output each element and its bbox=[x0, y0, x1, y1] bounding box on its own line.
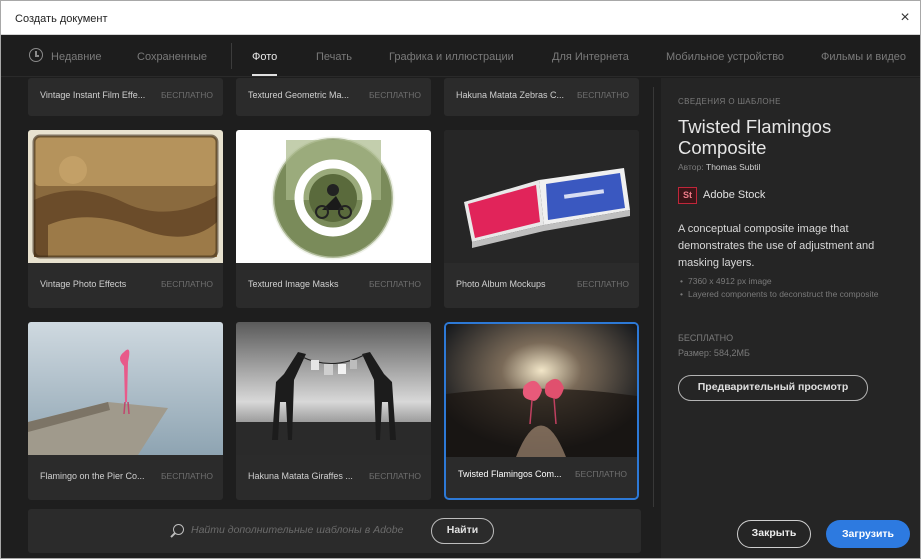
template-card[interactable]: Photo Album Mockups БЕСПЛАТНО bbox=[444, 130, 639, 308]
feature-item: 7360 x 4912 px image bbox=[678, 275, 910, 288]
feature-item: Layered components to deconstruct the co… bbox=[678, 288, 910, 301]
template-details-panel: СВЕДЕНИЯ О ШАБЛОНЕ Twisted Flamingos Com… bbox=[661, 78, 920, 558]
template-card[interactable]: Flamingo on the Pier Co... БЕСПЛАТНО bbox=[28, 322, 223, 500]
template-card[interactable]: Hakuna Matata Zebras C... БЕСПЛАТНО bbox=[444, 78, 639, 116]
template-price: БЕСПЛАТНО bbox=[160, 471, 213, 481]
card-caption: Textured Geometric Ma... БЕСПЛАТНО bbox=[236, 78, 431, 116]
author-name: Thomas Subtil bbox=[706, 162, 761, 172]
close-icon[interactable]: × bbox=[896, 9, 914, 27]
template-name: Hakuna Matata Zebras C... bbox=[456, 90, 565, 100]
template-price: БЕСПЛАТНО bbox=[576, 279, 629, 289]
template-price: БЕСПЛАТНО bbox=[576, 90, 629, 100]
template-name: Twisted Flamingos Com... bbox=[458, 469, 562, 479]
template-name: Textured Image Masks bbox=[248, 279, 339, 289]
template-name: Vintage Photo Effects bbox=[40, 279, 127, 289]
template-price: БЕСПЛАТНО bbox=[368, 471, 421, 481]
template-grid: Vintage Instant Film Effe... БЕСПЛАТНО T… bbox=[17, 78, 649, 508]
tab-separator bbox=[231, 43, 232, 69]
create-document-dialog: Создать документ × Недавние Сохраненные … bbox=[0, 0, 921, 559]
template-title: Twisted Flamingos Composite bbox=[678, 116, 832, 158]
template-thumbnail bbox=[28, 130, 223, 263]
template-author: Автор: Thomas Subtil bbox=[678, 162, 760, 172]
search-icon bbox=[173, 524, 184, 535]
template-name: Textured Geometric Ma... bbox=[248, 90, 350, 100]
title-bar: Создать документ × bbox=[1, 1, 920, 35]
tab-print[interactable]: Печать bbox=[316, 35, 352, 77]
dialog-title: Создать документ bbox=[15, 13, 108, 25]
template-price-label: БЕСПЛАТНО bbox=[678, 333, 734, 343]
template-thumbnail bbox=[28, 322, 223, 455]
card-caption: Vintage Instant Film Effe... БЕСПЛАТНО bbox=[28, 78, 223, 116]
close-button[interactable]: Закрыть bbox=[737, 520, 811, 548]
category-tabs: Недавние Сохраненные Фото Печать Графика… bbox=[1, 35, 920, 77]
template-size: Размер: 584,2МБ bbox=[678, 348, 750, 358]
template-card[interactable]: Vintage Photo Effects БЕСПЛАТНО bbox=[28, 130, 223, 308]
card-caption: Twisted Flamingos Com... БЕСПЛАТНО bbox=[446, 453, 637, 498]
tab-recent[interactable]: Недавние bbox=[51, 35, 102, 77]
find-button[interactable]: Найти bbox=[431, 518, 494, 544]
template-price: БЕСПЛАТНО bbox=[160, 279, 213, 289]
template-thumbnail bbox=[236, 322, 431, 455]
template-card-selected[interactable]: Twisted Flamingos Com... БЕСПЛАТНО bbox=[444, 322, 639, 500]
card-caption: Textured Image Masks БЕСПЛАТНО bbox=[236, 263, 431, 308]
search-input[interactable]: Найти дополнительные шаблоны в Adobe bbox=[191, 524, 403, 536]
template-price: БЕСПЛАТНО bbox=[160, 90, 213, 100]
card-caption: Vintage Photo Effects БЕСПЛАТНО bbox=[28, 263, 223, 308]
source-label: Adobe Stock bbox=[703, 189, 766, 201]
card-caption: Photo Album Mockups БЕСПЛАТНО bbox=[444, 263, 639, 308]
template-name: Photo Album Mockups bbox=[456, 279, 546, 289]
details-heading: СВЕДЕНИЯ О ШАБЛОНЕ bbox=[678, 97, 781, 106]
template-features: 7360 x 4912 px image Layered components … bbox=[678, 275, 910, 301]
template-name: Hakuna Matata Giraffes ... bbox=[248, 471, 353, 481]
scrollbar[interactable] bbox=[653, 87, 654, 507]
template-card[interactable]: Textured Image Masks БЕСПЛАТНО bbox=[236, 130, 431, 308]
card-caption: Hakuna Matata Zebras C... БЕСПЛАТНО bbox=[444, 78, 639, 116]
template-card[interactable]: Textured Geometric Ma... БЕСПЛАТНО bbox=[236, 78, 431, 116]
tab-art-illustration[interactable]: Графика и иллюстрации bbox=[389, 35, 514, 77]
template-price: БЕСПЛАТНО bbox=[368, 90, 421, 100]
card-caption: Flamingo on the Pier Co... БЕСПЛАТНО bbox=[28, 455, 223, 500]
template-thumbnail bbox=[446, 324, 637, 457]
clock-icon bbox=[29, 48, 43, 62]
tab-web[interactable]: Для Интернета bbox=[552, 35, 629, 77]
template-thumbnail bbox=[444, 130, 639, 263]
template-name: Vintage Instant Film Effe... bbox=[40, 90, 146, 100]
tab-saved[interactable]: Сохраненные bbox=[137, 35, 207, 77]
template-price: БЕСПЛАТНО bbox=[574, 469, 627, 479]
author-prefix: Автор: bbox=[678, 162, 704, 172]
preview-button[interactable]: Предварительный просмотр bbox=[678, 375, 868, 401]
template-description: A conceptual composite image that demons… bbox=[678, 223, 875, 269]
template-card[interactable]: Vintage Instant Film Effe... БЕСПЛАТНО bbox=[28, 78, 223, 116]
adobe-stock-icon: St bbox=[678, 187, 697, 204]
template-card[interactable]: Hakuna Matata Giraffes ... БЕСПЛАТНО bbox=[236, 322, 431, 500]
tab-mobile[interactable]: Мобильное устройство bbox=[666, 35, 784, 77]
load-button[interactable]: Загрузить bbox=[826, 520, 910, 548]
template-thumbnail bbox=[236, 130, 431, 263]
card-caption: Hakuna Matata Giraffes ... БЕСПЛАТНО bbox=[236, 455, 431, 500]
template-name: Flamingo on the Pier Co... bbox=[40, 471, 145, 481]
tab-film-video[interactable]: Фильмы и видео bbox=[821, 35, 906, 77]
template-search-bar: Найти дополнительные шаблоны в Adobe Най… bbox=[28, 509, 641, 553]
template-price: БЕСПЛАТНО bbox=[368, 279, 421, 289]
tab-photo[interactable]: Фото bbox=[252, 35, 278, 77]
